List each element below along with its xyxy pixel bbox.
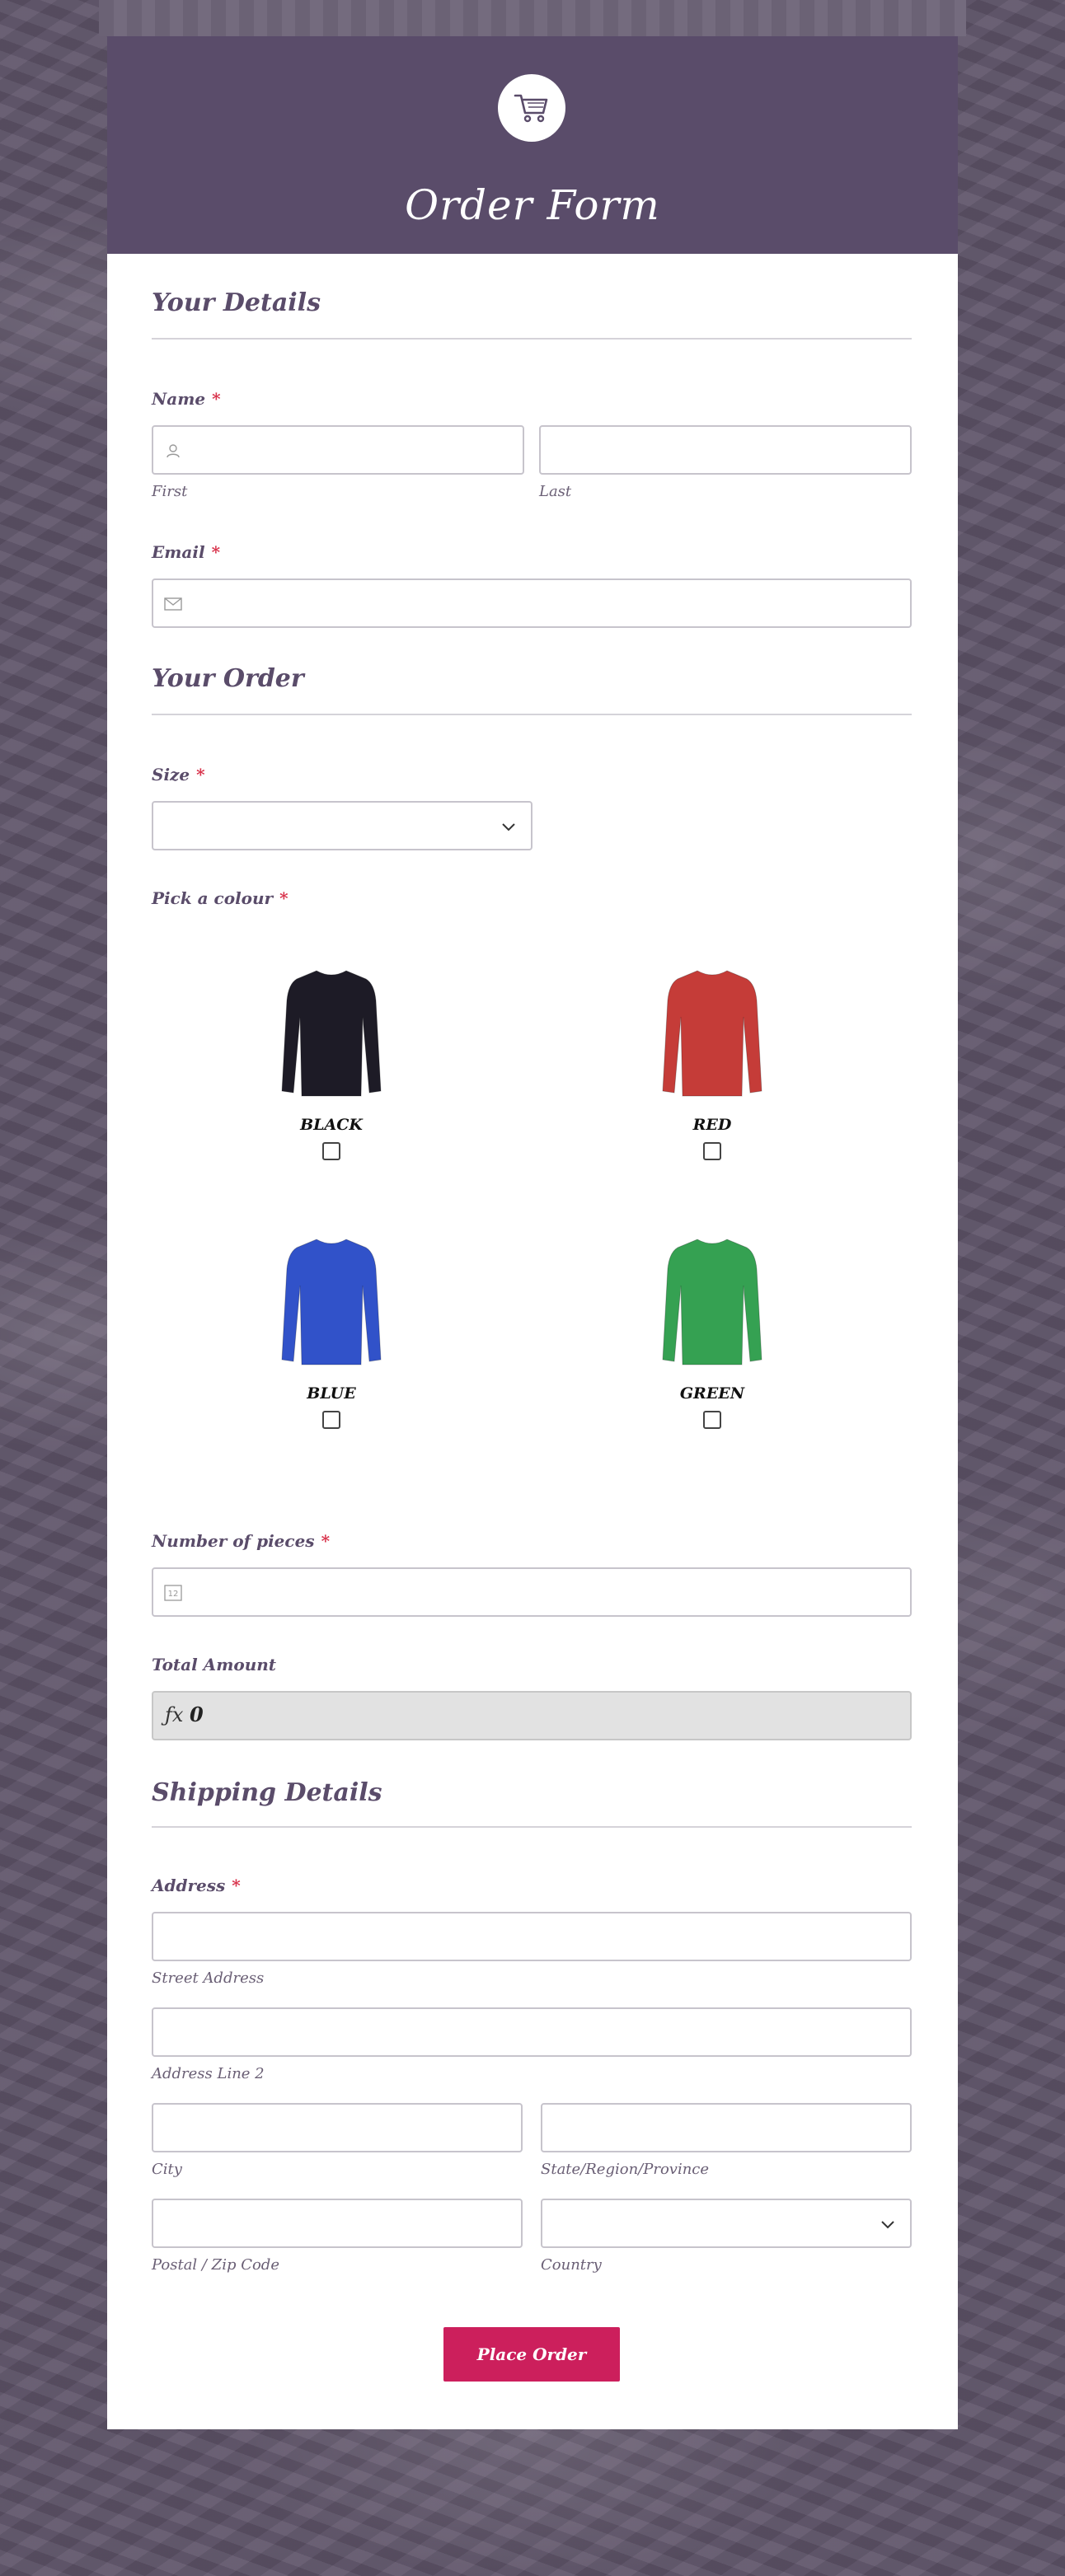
- sweater-icon: [662, 1239, 762, 1365]
- form-header: Order Form: [107, 36, 958, 254]
- number-icon: 12: [163, 1583, 183, 1603]
- colour-label: Pick a colour *: [152, 888, 289, 908]
- zip-input[interactable]: [152, 2199, 523, 2248]
- colour-checkbox-red[interactable]: [703, 1142, 721, 1160]
- address-label: Address *: [152, 1876, 241, 1895]
- colour-option-label: BLUE: [307, 1384, 356, 1403]
- envelope-icon: [163, 594, 183, 614]
- address-line2-sublabel: Address Line 2: [152, 2065, 265, 2082]
- name-label: Name *: [152, 389, 221, 409]
- required-marker: *: [212, 389, 221, 409]
- place-order-button[interactable]: Place Order: [443, 2327, 620, 2382]
- form-logo: [498, 74, 565, 142]
- user-icon: [163, 441, 183, 461]
- chevron-down-icon: [881, 2221, 894, 2229]
- city-input[interactable]: [152, 2103, 523, 2152]
- order-form-card: Order Form Your Details Name * First Last…: [107, 36, 958, 2429]
- street-address-sublabel: Street Address: [152, 1969, 265, 1987]
- colour-option-label: GREEN: [679, 1384, 745, 1403]
- required-marker: *: [279, 888, 289, 908]
- pieces-label: Number of pieces *: [152, 1531, 330, 1551]
- state-sublabel: State/Region/Province: [541, 2161, 710, 2178]
- last-name-sublabel: Last: [539, 483, 572, 500]
- size-select[interactable]: [152, 801, 532, 850]
- total-amount-field: ƒx 0: [152, 1691, 912, 1740]
- address-line2-input[interactable]: [152, 2007, 912, 2057]
- state-input[interactable]: [541, 2103, 912, 2152]
- name-label-text: Name: [152, 389, 206, 409]
- required-marker: *: [211, 542, 221, 562]
- city-sublabel: City: [152, 2161, 182, 2178]
- size-label: Size *: [152, 765, 205, 785]
- sweater-icon: [281, 970, 382, 1097]
- pieces-input[interactable]: 12: [152, 1567, 912, 1617]
- colour-label-text: Pick a colour: [152, 888, 274, 908]
- required-marker: *: [196, 765, 205, 785]
- last-name-input[interactable]: [539, 425, 912, 475]
- colour-checkbox-blue[interactable]: [322, 1411, 340, 1429]
- colour-option-label: RED: [692, 1116, 732, 1134]
- total-label: Total Amount: [152, 1655, 277, 1674]
- required-marker: *: [232, 1876, 241, 1895]
- section-title-order: Your Order: [152, 664, 304, 693]
- function-icon: ƒx: [165, 1703, 184, 1726]
- pieces-label-text: Number of pieces: [152, 1531, 315, 1551]
- form-title: Order Form: [405, 181, 660, 229]
- colour-option-label: BLACK: [300, 1116, 363, 1134]
- section-title-details: Your Details: [152, 288, 321, 317]
- background-strip: [99, 0, 966, 36]
- shopping-cart-icon: [514, 94, 548, 123]
- section-title-shipping: Shipping Details: [152, 1778, 382, 1807]
- country-select[interactable]: [541, 2199, 912, 2248]
- country-sublabel: Country: [541, 2256, 602, 2274]
- email-label: Email *: [152, 542, 220, 562]
- sweater-icon: [662, 970, 762, 1097]
- first-name-sublabel: First: [152, 483, 188, 500]
- colour-checkbox-green[interactable]: [703, 1411, 721, 1429]
- email-input[interactable]: [152, 578, 912, 628]
- address-label-text: Address: [152, 1876, 226, 1895]
- street-address-input[interactable]: [152, 1912, 912, 1961]
- first-name-input[interactable]: [152, 425, 524, 475]
- section-divider: [152, 714, 912, 715]
- required-marker: *: [321, 1531, 331, 1551]
- total-amount-value: 0: [190, 1703, 204, 1726]
- colour-checkbox-black[interactable]: [322, 1142, 340, 1160]
- section-divider: [152, 338, 912, 340]
- zip-sublabel: Postal / Zip Code: [152, 2256, 279, 2274]
- size-label-text: Size: [152, 765, 190, 785]
- sweater-icon: [281, 1239, 382, 1365]
- chevron-down-icon: [502, 823, 515, 831]
- svg-text:12: 12: [168, 1590, 179, 1599]
- section-divider: [152, 1826, 912, 1828]
- email-label-text: Email: [152, 542, 205, 562]
